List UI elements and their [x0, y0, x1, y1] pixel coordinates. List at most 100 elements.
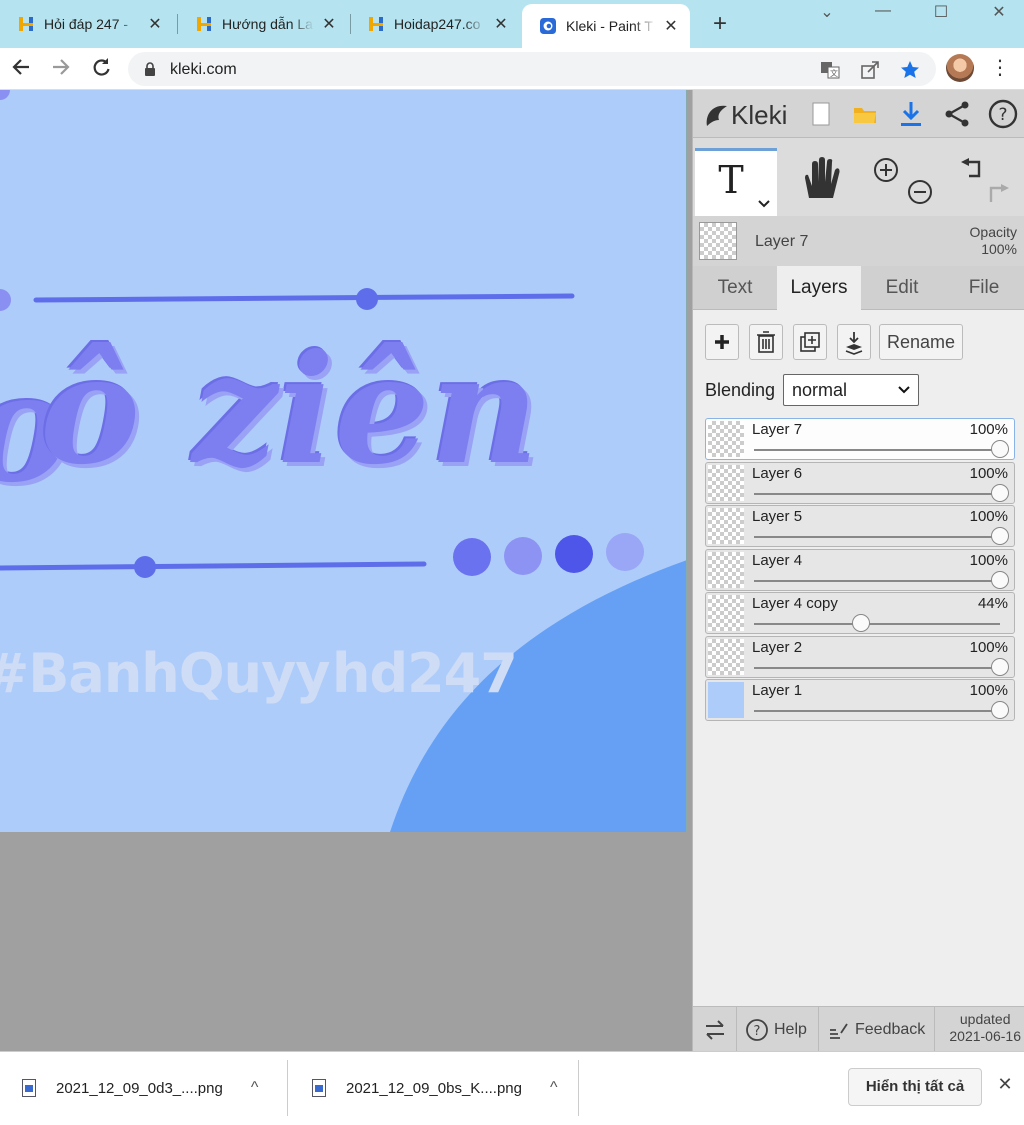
tab-edit[interactable]: Edit — [861, 266, 943, 310]
tab-search-icon[interactable]: ⌄ — [812, 2, 842, 22]
top-decor-line — [33, 293, 575, 303]
bottom-decor-line — [0, 561, 427, 571]
swap-arrows-icon — [705, 1019, 724, 1040]
layer-name: Layer 4 — [752, 552, 803, 569]
browser-tab-1[interactable]: Hướng dẫn La ✕ — [178, 6, 348, 42]
layer-row[interactable]: Layer 2 100% — [705, 636, 1015, 678]
layers-tab-content: Rename Blending normal Layer 7 100% Layer … — [693, 310, 1024, 1006]
layer-opacity-slider-track[interactable] — [754, 536, 1000, 538]
layer-row[interactable]: Layer 6 100% — [705, 462, 1015, 504]
profile-avatar[interactable] — [946, 54, 974, 82]
lock-icon — [145, 62, 155, 76]
back-arrow-icon[interactable] — [8, 56, 34, 82]
merge-down-button[interactable] — [837, 324, 871, 360]
layer-thumbnail — [708, 682, 744, 718]
layer-opacity-slider-handle[interactable] — [991, 571, 1009, 589]
browser-menu-icon[interactable]: ⋮ — [990, 56, 1010, 80]
layer-opacity-slider-track[interactable] — [754, 623, 1000, 625]
layer-row[interactable]: Layer 4 copy 44% — [705, 592, 1015, 634]
download-icon[interactable] — [895, 98, 927, 130]
tab-close-icon[interactable]: ✕ — [146, 14, 164, 34]
color-dot-3 — [555, 535, 593, 573]
duplicate-icon — [800, 332, 820, 352]
layer-opacity-slider-handle[interactable] — [991, 658, 1009, 676]
rename-layer-button[interactable]: Rename — [879, 324, 963, 360]
minimize-icon[interactable]: — — [868, 2, 898, 20]
address-bar[interactable]: kleki.com 文 — [128, 52, 936, 86]
layer-opacity-slider-handle[interactable] — [991, 484, 1009, 502]
window-close-icon[interactable]: ✕ — [984, 2, 1014, 22]
layer-row[interactable]: Layer 1 100% — [705, 679, 1015, 721]
layer-opacity-slider-handle[interactable] — [991, 440, 1009, 458]
color-dot-2 — [504, 537, 542, 575]
layer-opacity-slider-handle[interactable] — [991, 701, 1009, 719]
tab-layers[interactable]: Layers — [777, 266, 861, 310]
layer-opacity-slider-handle[interactable] — [991, 527, 1009, 545]
tab-title: Hướng dẫn La — [222, 16, 313, 32]
help-button[interactable]: ? Help — [737, 1007, 819, 1052]
chevron-up-icon[interactable]: ^ — [251, 1079, 259, 1097]
feedback-button[interactable]: Feedback — [819, 1007, 935, 1052]
tab-file[interactable]: File — [943, 266, 1024, 310]
layer-thumbnail — [708, 552, 744, 588]
zoom-in-out-icon — [874, 158, 932, 204]
close-downloads-bar-icon[interactable]: ✕ — [994, 1074, 1016, 1095]
layer-opacity-slider-track[interactable] — [754, 580, 1000, 582]
layer-row[interactable]: Layer 4 100% — [705, 549, 1015, 591]
share-network-icon[interactable] — [941, 98, 973, 130]
layer-row[interactable]: Layer 5 100% — [705, 505, 1015, 547]
swap-panel-button[interactable] — [693, 1007, 737, 1052]
tab-close-icon[interactable]: ✕ — [492, 14, 510, 34]
layer-row[interactable]: Layer 7 100% — [705, 418, 1015, 460]
browser-tab-2[interactable]: Hoidap247.co ✕ — [350, 6, 520, 42]
duplicate-layer-button[interactable] — [793, 324, 827, 360]
workspace-area[interactable]: o ô ziên #BanhQuyy hd247 — [0, 90, 692, 1051]
new-file-icon[interactable] — [805, 98, 837, 130]
open-folder-icon[interactable] — [849, 98, 881, 130]
kleki-side-panel: Kleki ? T Layer 7 Opacity 100% Text Laye… — [692, 90, 1024, 1052]
layer-thumbnail — [708, 465, 744, 501]
undo-redo-button[interactable] — [941, 148, 1024, 216]
hand-tool-button[interactable] — [779, 148, 857, 216]
show-all-downloads-button[interactable]: Hiển thị tất cả — [848, 1068, 982, 1106]
hoidap-favicon-icon — [369, 17, 383, 31]
tab-text[interactable]: Text — [693, 266, 777, 310]
share-icon[interactable] — [860, 60, 880, 80]
zoom-tool-button[interactable] — [859, 148, 939, 216]
svg-text:文: 文 — [830, 68, 838, 78]
tab-close-icon[interactable]: ✕ — [320, 14, 338, 34]
hoidap-favicon-icon — [197, 17, 211, 31]
text-tool-button[interactable]: T — [695, 148, 777, 216]
chevron-up-icon[interactable]: ^ — [550, 1079, 558, 1097]
chevron-down-icon — [898, 376, 910, 414]
download-item-0[interactable]: 2021_12_09_0d3_....png ^ — [22, 1060, 258, 1116]
undo-redo-icon — [961, 158, 1009, 202]
help-circle-icon[interactable]: ? — [987, 98, 1019, 130]
feedback-label: Feedback — [855, 1020, 926, 1038]
drawing-canvas[interactable]: o ô ziên #BanhQuyy hd247 — [0, 90, 687, 832]
download-separator — [578, 1060, 579, 1116]
translate-icon[interactable]: 文 — [820, 60, 840, 80]
browser-tab-3-active[interactable]: Kleki - Paint T ✕ — [522, 4, 690, 48]
forward-arrow-icon[interactable] — [48, 56, 74, 82]
browser-tab-strip: Hỏi đáp 247 - ✕ Hướng dẫn La ✕ Hoidap247… — [0, 0, 1024, 48]
new-tab-button[interactable]: + — [708, 10, 732, 38]
bottom-line-knob — [134, 556, 156, 578]
download-item-1[interactable]: 2021_12_09_0bs_K....png ^ — [312, 1060, 558, 1116]
delete-layer-button[interactable] — [749, 324, 783, 360]
layer-opacity-slider-handle[interactable] — [852, 614, 870, 632]
layer-opacity-slider-track[interactable] — [754, 449, 1000, 451]
maximize-icon[interactable]: ☐ — [926, 2, 956, 22]
layer-opacity-slider-track[interactable] — [754, 667, 1000, 669]
tab-close-icon[interactable]: ✕ — [662, 16, 680, 36]
reload-icon[interactable] — [88, 56, 114, 82]
current-layer-header: Layer 7 Opacity 100% — [693, 216, 1024, 266]
plus-icon — [715, 335, 729, 349]
browser-tab-0[interactable]: Hỏi đáp 247 - ✕ — [0, 6, 174, 42]
layer-opacity-slider-track[interactable] — [754, 493, 1000, 495]
blending-mode-select[interactable]: normal — [783, 374, 919, 406]
layer-opacity-slider-track[interactable] — [754, 710, 1000, 712]
bookmark-star-icon[interactable] — [900, 60, 920, 80]
layer-opacity: 100% — [969, 682, 1008, 699]
add-layer-button[interactable] — [705, 324, 739, 360]
